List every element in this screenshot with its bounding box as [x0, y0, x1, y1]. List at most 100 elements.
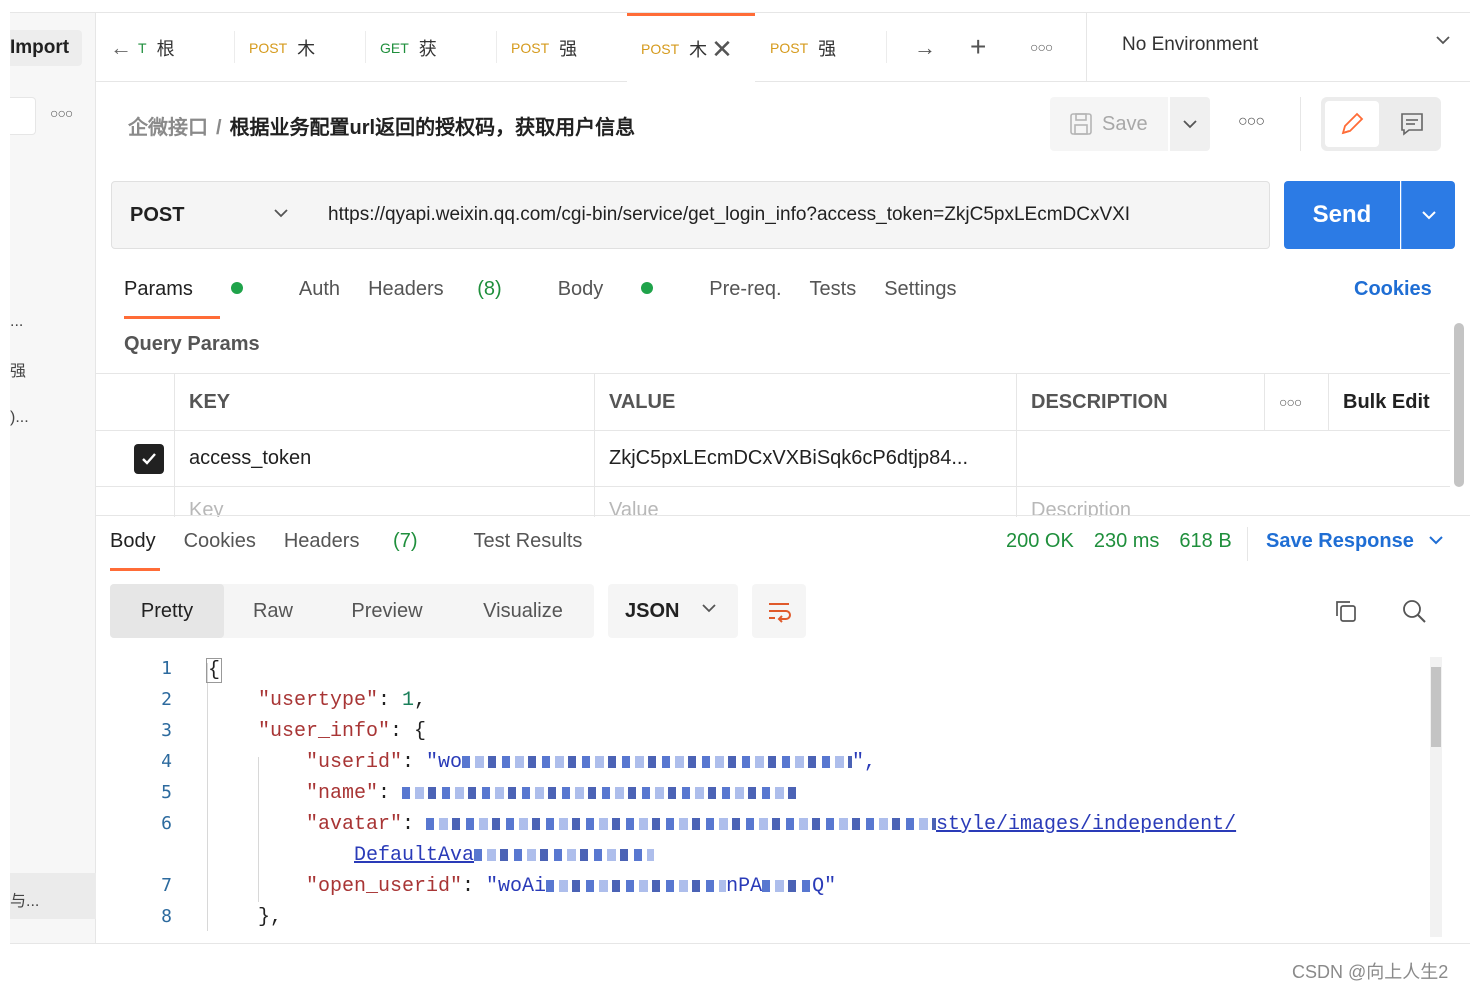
tabs-more-icon[interactable]: ○○○ — [1030, 39, 1053, 55]
tab-test-results[interactable]: Test Results — [473, 530, 582, 553]
table-row-new: Key Value Description — [96, 487, 1450, 517]
redacted-value — [402, 786, 803, 799]
search-icon[interactable] — [1400, 597, 1428, 630]
table-more-icon[interactable]: ○○○ — [1264, 374, 1328, 430]
sidebar-item-fragment[interactable]: ... — [10, 313, 23, 331]
code-scrollbar-thumb[interactable] — [1431, 667, 1441, 747]
tab-title: 强 — [818, 38, 837, 59]
page-title[interactable]: 根据业务配置url返回的授权码，获取用户信息 — [230, 117, 636, 139]
code-line: "user_info": { — [258, 720, 427, 743]
breadcrumb-collection[interactable]: 企微接口 — [128, 117, 208, 139]
sidebar-item-fragment[interactable]: )... — [10, 409, 29, 427]
response-time[interactable]: 230 ms — [1094, 530, 1160, 553]
tab-method: POST — [770, 39, 809, 56]
send-button[interactable]: Send — [1284, 181, 1400, 249]
forward-arrow-icon[interactable]: → — [914, 35, 936, 61]
import-button[interactable]: Import — [10, 30, 82, 66]
save-response-button[interactable]: Save Response — [1266, 530, 1445, 553]
request-more-icon[interactable]: ○○○ — [1238, 113, 1265, 131]
watermark: CSDN @向上人生2 — [1292, 962, 1449, 982]
sidebar-item-fragment[interactable]: 强 — [10, 357, 26, 381]
request-tab[interactable]: POST 木 — [235, 13, 365, 82]
bulk-edit-button[interactable]: Bulk Edit — [1328, 374, 1450, 430]
format-pretty[interactable]: Pretty — [110, 584, 224, 638]
query-params-title: Query Params — [124, 333, 260, 355]
param-description-placeholder[interactable]: Description — [1016, 487, 1450, 517]
tab-label: Headers — [283, 530, 360, 552]
postman-window: Import ○○○ ... 强 )... 与... ← T 根 POST 木 … — [10, 12, 1470, 944]
line-number: 7 — [161, 875, 172, 896]
tab-title: 获 — [418, 38, 437, 59]
tab-prereq[interactable]: Pre-req. — [709, 278, 781, 301]
back-arrow-icon[interactable]: ← — [110, 35, 132, 61]
save-button[interactable]: Save — [1050, 97, 1168, 151]
status-badge[interactable]: 200 OK — [1006, 530, 1074, 553]
request-tab[interactable]: ← T 根 — [96, 13, 234, 82]
request-config-tabs: Params Auth Headers (8) Body Pre-req. Te… — [124, 278, 984, 301]
line-number: 3 — [161, 720, 172, 741]
request-tab[interactable]: POST 强 — [756, 13, 886, 82]
code-line: "open_userid": "woAi nPA Q" — [306, 875, 837, 898]
column-header-description: DESCRIPTION — [1016, 374, 1264, 430]
param-checkbox[interactable] — [134, 443, 164, 474]
documentation-mode-button[interactable] — [1387, 101, 1437, 147]
save-icon — [1070, 113, 1092, 135]
param-value-placeholder[interactable]: Value — [594, 487, 1016, 517]
param-key-placeholder[interactable]: Key — [174, 487, 594, 517]
method-label: POST — [130, 203, 185, 226]
params-scrollbar[interactable] — [1454, 323, 1464, 487]
active-tab-indicator — [124, 316, 220, 319]
tab-response-cookies[interactable]: Cookies — [184, 530, 256, 553]
code-line: "usertype": 1, — [258, 689, 427, 712]
cookies-link[interactable]: Cookies — [1354, 278, 1432, 301]
column-header-key: KEY — [174, 374, 594, 430]
tab-tests[interactable]: Tests — [810, 278, 857, 301]
method-select[interactable]: POST — [111, 181, 309, 249]
param-value-cell[interactable]: ZkjC5pxLEcmDCxVXBiSqk6cP6dtjp84... — [594, 431, 1016, 486]
request-tab-active[interactable]: POST 木 ✕ — [627, 13, 755, 82]
tab-response-body[interactable]: Body — [110, 530, 156, 553]
response-size[interactable]: 618 B — [1179, 530, 1231, 553]
environment-selector[interactable]: No Environment — [1122, 34, 1258, 56]
checkmark-icon — [142, 452, 156, 465]
response-tabs: Body Cookies Headers (7) Test Results — [110, 530, 610, 553]
close-tab-icon[interactable]: ✕ — [711, 34, 733, 65]
avatar-link[interactable]: style/images/independent/ — [936, 813, 1236, 836]
redacted-value — [474, 848, 655, 861]
code-line: "name": — [306, 782, 803, 805]
save-button-label: Save — [1102, 112, 1148, 135]
new-tab-plus-icon[interactable]: + — [970, 31, 986, 63]
chevron-down-icon[interactable] — [1434, 31, 1452, 55]
copy-icon[interactable] — [1332, 597, 1360, 630]
send-options-chevron[interactable] — [1401, 181, 1455, 249]
tab-settings[interactable]: Settings — [884, 278, 956, 301]
edit-mode-button[interactable] — [1325, 101, 1379, 147]
redacted-value — [426, 817, 937, 830]
format-preview[interactable]: Preview — [322, 584, 452, 638]
format-raw[interactable]: Raw — [224, 584, 322, 638]
url-input[interactable]: https://qyapi.weixin.qq.com/cgi-bin/serv… — [308, 181, 1270, 249]
active-tab-indicator — [110, 568, 160, 571]
avatar-link-continued[interactable]: DefaultAva — [354, 844, 474, 867]
request-tab[interactable]: POST 强 — [497, 13, 627, 82]
line-number: 5 — [161, 782, 172, 803]
save-options-chevron[interactable] — [1170, 97, 1210, 151]
param-description-cell[interactable] — [1016, 431, 1450, 486]
line-number: 2 — [161, 689, 172, 710]
sidebar-item-selected[interactable]: 与... — [10, 873, 96, 919]
line-number: 4 — [161, 751, 172, 772]
sidebar-search-input[interactable] — [10, 97, 36, 135]
tab-params[interactable]: Params — [124, 278, 271, 301]
request-tab[interactable]: GET 获 — [366, 13, 496, 82]
wrap-lines-button[interactable] — [752, 584, 806, 638]
tab-body[interactable]: Body — [558, 278, 682, 301]
language-select[interactable]: JSON — [608, 584, 738, 638]
tab-method: GET — [380, 39, 409, 56]
sidebar-more-icon[interactable]: ○○○ — [50, 105, 73, 121]
tab-response-headers[interactable]: Headers (7) — [284, 530, 446, 553]
param-key-cell[interactable]: access_token — [174, 431, 594, 486]
table-header-row: KEY VALUE DESCRIPTION ○○○ Bulk Edit — [96, 373, 1450, 431]
tab-auth[interactable]: Auth — [299, 278, 340, 301]
tab-headers[interactable]: Headers (8) — [368, 278, 530, 301]
format-visualize[interactable]: Visualize — [452, 584, 594, 638]
